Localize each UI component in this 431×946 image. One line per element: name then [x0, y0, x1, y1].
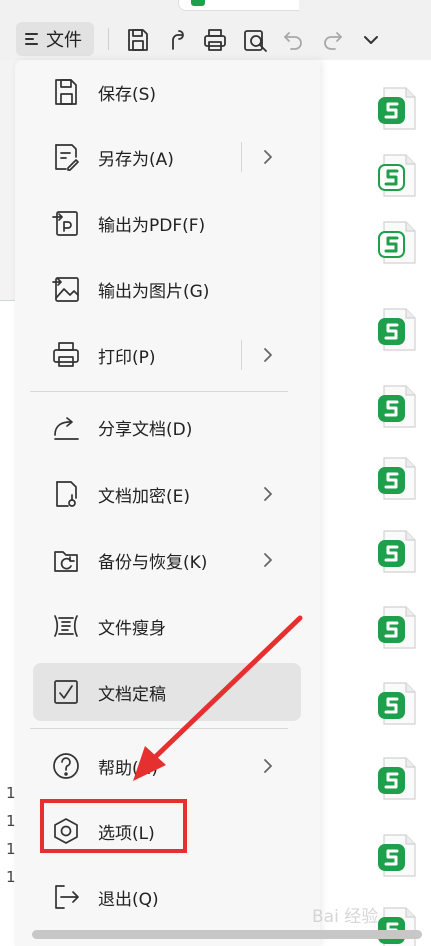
- spreadsheet-file-icon[interactable]: [378, 604, 418, 652]
- menu-item-label: 另存为(A): [98, 149, 174, 170]
- spreadsheet-file-icon[interactable]: [378, 152, 418, 200]
- export-pdf-icon: [50, 207, 82, 239]
- menu-item-label: 文档定稿: [98, 684, 166, 705]
- file-menu-label: 文件: [46, 30, 82, 51]
- menu-item-label: 退出(Q): [98, 889, 159, 910]
- menu-item-save[interactable]: 保存(S): [33, 63, 301, 121]
- menu-item-label: 分享文档(D): [98, 419, 193, 440]
- hamburger-icon: [25, 32, 38, 46]
- menu-item-save-as[interactable]: 另存为(A): [33, 128, 301, 186]
- menu-item-label: 打印(P): [98, 347, 156, 368]
- menu-item-label: 帮助(H): [98, 758, 159, 779]
- menu-item-label: 文件瘦身: [98, 618, 166, 639]
- spreadsheet-file-icon[interactable]: [378, 905, 418, 946]
- spreadsheet-file-icon[interactable]: [378, 832, 418, 880]
- undo-icon[interactable]: [280, 26, 308, 54]
- help-icon: [50, 750, 82, 782]
- save-icon[interactable]: [124, 26, 152, 54]
- menu-item-finalize[interactable]: 文档定稿: [33, 663, 301, 721]
- chevron-right-icon[interactable]: [261, 485, 275, 503]
- redo-icon[interactable]: [318, 26, 346, 54]
- menu-item-help[interactable]: 帮助(H): [33, 737, 301, 795]
- menu-item-export-image[interactable]: 输出为图片(G): [33, 260, 301, 318]
- slim-icon: [50, 610, 82, 642]
- submenu-separator: [241, 142, 242, 172]
- menu-item-share[interactable]: 分享文档(D): [33, 398, 301, 456]
- menu-item-label: 输出为图片(G): [98, 281, 210, 302]
- spreadsheet-file-icon[interactable]: [378, 455, 418, 503]
- spreadsheet-file-icon[interactable]: [378, 219, 418, 267]
- toolbar-divider: [108, 28, 109, 50]
- highlight-box: [40, 799, 187, 853]
- menu-item-label: 备份与恢复(K): [98, 552, 208, 573]
- print-icon: [50, 339, 82, 371]
- spreadsheet-file-icon[interactable]: [378, 85, 418, 133]
- menu-item-slim[interactable]: 文件瘦身: [33, 597, 301, 655]
- print-preview-icon[interactable]: [241, 26, 269, 54]
- chevron-right-icon[interactable]: [261, 148, 275, 166]
- watermark: Bai 经验: [312, 907, 379, 927]
- share-icon: [50, 411, 82, 443]
- spreadsheet-edge: 1 1 1 1: [0, 300, 16, 946]
- export-image-icon: [50, 273, 82, 305]
- encrypt-icon: [50, 478, 82, 510]
- chevron-down-icon[interactable]: [357, 26, 385, 54]
- spreadsheet-file-icon[interactable]: [378, 383, 418, 431]
- backup-icon: [50, 544, 82, 576]
- chevron-right-icon[interactable]: [261, 346, 275, 364]
- menu-item-label: 文档加密(E): [98, 486, 191, 507]
- menu-item-encrypt[interactable]: 文档加密(E): [33, 465, 301, 523]
- app-window: 文件 1 1 1 1 保存(S) 另存为(A) 输出为PDF(F) 输出为图片(…: [0, 0, 431, 946]
- chevron-right-icon[interactable]: [261, 757, 275, 775]
- print-icon[interactable]: [201, 26, 229, 54]
- menu-item-label: 输出为PDF(F): [98, 215, 206, 236]
- chevron-right-icon[interactable]: [261, 551, 275, 569]
- share-icon[interactable]: [163, 26, 191, 54]
- menu-item-export-pdf[interactable]: 输出为PDF(F): [33, 194, 301, 252]
- menu-item-exit[interactable]: 退出(Q): [33, 868, 301, 926]
- file-menu-button[interactable]: 文件: [16, 22, 94, 56]
- menu-item-print[interactable]: 打印(P): [33, 326, 301, 384]
- save-icon: [50, 76, 82, 108]
- toolbar: 文件: [0, 0, 431, 60]
- spreadsheet-file-icon[interactable]: [378, 306, 418, 354]
- spreadsheet-file-icon[interactable]: [378, 680, 418, 728]
- document-tab-edge[interactable]: [178, 0, 299, 11]
- spreadsheet-tab-icon: [191, 0, 205, 6]
- menu-item-label: 保存(S): [98, 84, 157, 105]
- menu-item-backup[interactable]: 备份与恢复(K): [33, 531, 301, 589]
- submenu-separator: [241, 340, 242, 370]
- horizontal-scrollbar[interactable]: [32, 930, 422, 939]
- save-as-icon: [50, 141, 82, 173]
- exit-icon: [50, 881, 82, 913]
- spreadsheet-file-icon[interactable]: [378, 755, 418, 803]
- menu-divider: [30, 391, 288, 392]
- menu-divider: [30, 728, 288, 729]
- spreadsheet-file-icon[interactable]: [378, 528, 418, 576]
- finalize-icon: [50, 676, 82, 708]
